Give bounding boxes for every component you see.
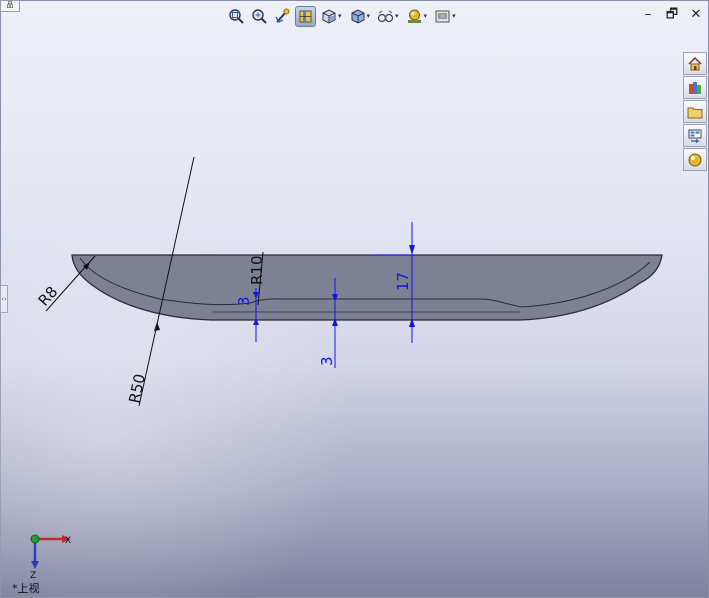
dimension-thickness-left[interactable]: 3 <box>235 296 253 306</box>
triad-x-label: X <box>65 536 71 546</box>
dimension-r10[interactable]: R10 <box>248 255 266 285</box>
view-orientation-label: *上视 <box>12 582 40 595</box>
graphics-area[interactable]: R8 R50 R10 3 3 17 X Z <box>0 0 709 598</box>
triad-origin <box>30 534 40 544</box>
dimension-depth[interactable]: 17 <box>394 272 412 291</box>
dimension-thickness-mid[interactable]: 3 <box>318 356 336 366</box>
